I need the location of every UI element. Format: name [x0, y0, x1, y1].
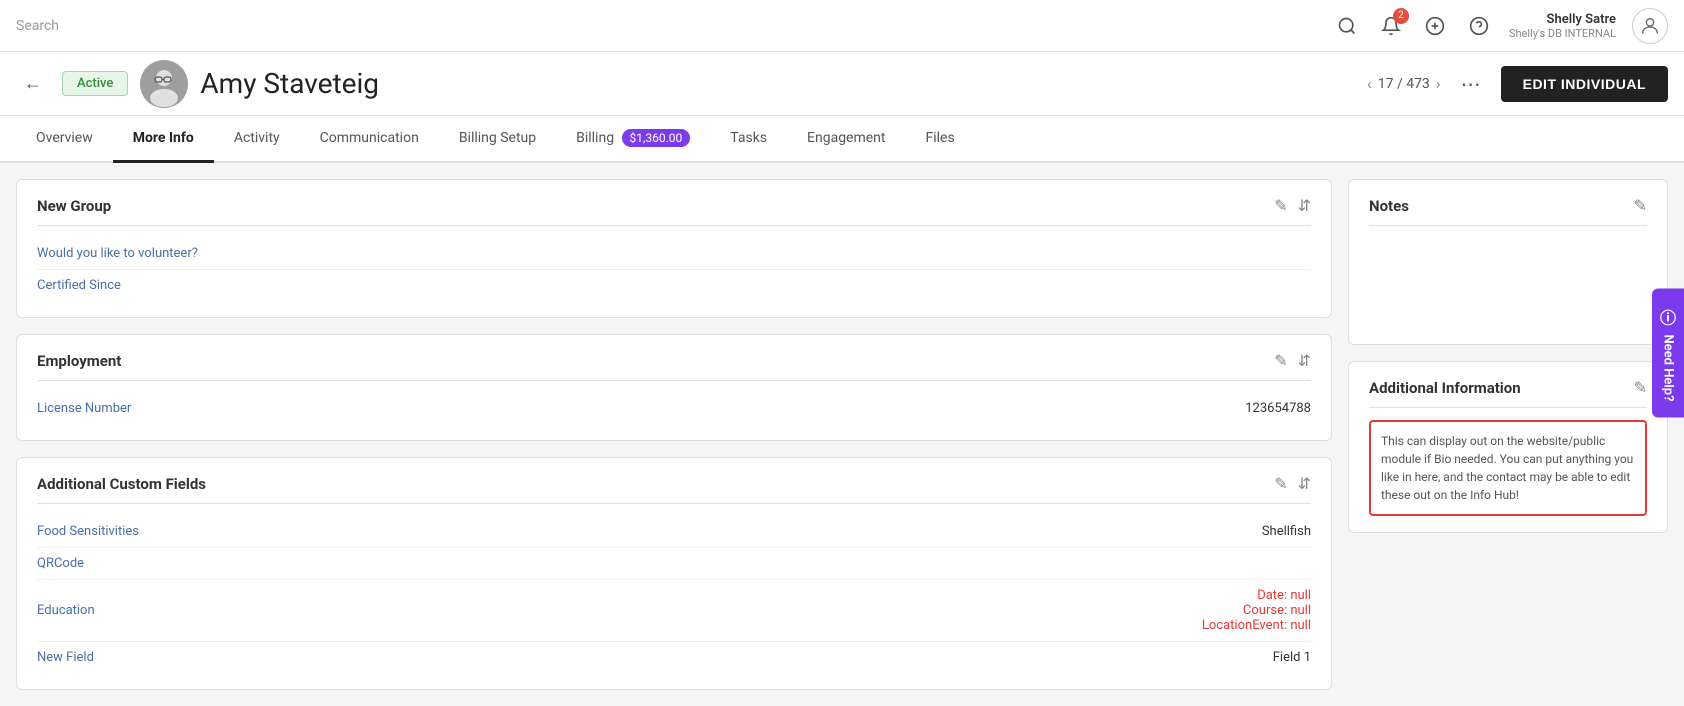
record-count: 17 / 473	[1378, 76, 1430, 92]
tab-activity[interactable]: Activity	[214, 116, 300, 163]
billing-amount-badge: $1,360.00	[622, 129, 691, 147]
nav-icons: 2 Shelly Satre Shelly's DB INTERNAL	[1333, 8, 1668, 44]
person-name: Amy Staveteig	[200, 67, 1355, 100]
additional-custom-actions: ✎ ⇵	[1274, 474, 1311, 493]
user-info: Shelly Satre Shelly's DB INTERNAL	[1509, 12, 1616, 40]
notes-edit-icon[interactable]: ✎	[1634, 196, 1647, 215]
employment-edit-icon[interactable]: ✎	[1274, 351, 1287, 370]
notes-content	[1369, 238, 1647, 328]
new-group-sort-icon[interactable]: ⇵	[1298, 196, 1311, 215]
search-icon[interactable]	[1333, 12, 1361, 40]
additional-info-edit-icon[interactable]: ✎	[1634, 378, 1647, 397]
notes-actions: ✎	[1634, 196, 1647, 215]
more-options-button[interactable]: ⋯	[1453, 68, 1489, 100]
tab-tasks[interactable]: Tasks	[710, 116, 787, 163]
additional-custom-card: Additional Custom Fields ✎ ⇵ Food Sensit…	[16, 457, 1332, 690]
additional-custom-title: Additional Custom Fields	[37, 475, 206, 493]
additional-custom-edit-icon[interactable]: ✎	[1274, 474, 1287, 493]
tab-communication[interactable]: Communication	[300, 116, 439, 163]
additional-info-header: Additional Information ✎	[1369, 378, 1647, 408]
person-header: ← Active Amy Staveteig ‹ 17 / 473 › ⋯ ED…	[0, 52, 1684, 116]
help-icon[interactable]	[1465, 12, 1493, 40]
user-name: Shelly Satre	[1547, 12, 1616, 27]
tab-engagement[interactable]: Engagement	[787, 116, 905, 163]
add-icon[interactable]	[1421, 12, 1449, 40]
employment-sort-icon[interactable]: ⇵	[1298, 351, 1311, 370]
education-row: Education Date: null Course: null Locati…	[37, 580, 1311, 642]
qrcode-row: QRCode	[37, 548, 1311, 580]
tab-overview[interactable]: Overview	[16, 116, 113, 163]
notifications-icon[interactable]: 2	[1377, 12, 1405, 40]
search-bar[interactable]: Search	[16, 18, 1321, 34]
additional-info-text: This can display out on the website/publ…	[1369, 420, 1647, 516]
tab-bar: Overview More Info Activity Communicatio…	[0, 116, 1684, 163]
employment-card: Employment ✎ ⇵ License Number 123654788	[16, 334, 1332, 441]
additional-info-card: Additional Information ✎ This can displa…	[1348, 361, 1668, 533]
user-avatar[interactable]	[1632, 8, 1668, 44]
search-placeholder: Search	[16, 18, 59, 34]
new-group-row-certified: Certified Since	[37, 270, 1311, 301]
help-label: Need Help?	[1661, 334, 1676, 401]
additional-custom-header: Additional Custom Fields ✎ ⇵	[37, 474, 1311, 504]
notes-title: Notes	[1369, 197, 1409, 215]
employment-title: Employment	[37, 352, 121, 370]
main-content: New Group ✎ ⇵ Would you like to voluntee…	[0, 163, 1684, 703]
top-navigation: Search 2 Shelly Satre Shelly's DB INTERN…	[0, 0, 1684, 52]
record-navigation: ‹ 17 / 473 ›	[1367, 74, 1441, 93]
help-sidebar-button[interactable]: ⓘ Need Help?	[1652, 288, 1684, 417]
tab-more-info[interactable]: More Info	[113, 116, 214, 163]
new-group-edit-icon[interactable]: ✎	[1274, 196, 1287, 215]
additional-info-actions: ✎	[1634, 378, 1647, 397]
person-avatar	[140, 60, 188, 108]
new-group-title: New Group	[37, 197, 111, 215]
prev-record-button[interactable]: ‹	[1367, 74, 1372, 93]
additional-info-title: Additional Information	[1369, 379, 1521, 397]
new-group-row-volunteer: Would you like to volunteer?	[37, 238, 1311, 270]
back-button[interactable]: ←	[16, 69, 50, 98]
new-group-card: New Group ✎ ⇵ Would you like to voluntee…	[16, 179, 1332, 318]
new-group-header: New Group ✎ ⇵	[37, 196, 1311, 226]
next-record-button[interactable]: ›	[1436, 74, 1441, 93]
tab-files[interactable]: Files	[906, 116, 975, 163]
employment-actions: ✎ ⇵	[1274, 351, 1311, 370]
left-column: New Group ✎ ⇵ Would you like to voluntee…	[16, 179, 1332, 687]
employment-header: Employment ✎ ⇵	[37, 351, 1311, 381]
notification-badge: 2	[1393, 8, 1409, 24]
tab-billing[interactable]: Billing $1,360.00	[556, 116, 710, 163]
additional-custom-sort-icon[interactable]: ⇵	[1298, 474, 1311, 493]
tab-billing-setup[interactable]: Billing Setup	[439, 116, 556, 163]
help-circle-icon: ⓘ	[1660, 304, 1676, 328]
new-field-row: New Field Field 1	[37, 642, 1311, 673]
notes-header: Notes ✎	[1369, 196, 1647, 226]
status-badge: Active	[62, 71, 128, 96]
right-column: Notes ✎ Additional Information ✎ This ca…	[1348, 179, 1668, 687]
user-subtitle: Shelly's DB INTERNAL	[1509, 27, 1616, 40]
food-sensitivities-row: Food Sensitivities Shellfish	[37, 516, 1311, 548]
edit-individual-button[interactable]: EDIT INDIVIDUAL	[1501, 66, 1668, 102]
employment-license-row: License Number 123654788	[37, 393, 1311, 424]
notes-card: Notes ✎	[1348, 179, 1668, 345]
new-group-actions: ✎ ⇵	[1274, 196, 1311, 215]
